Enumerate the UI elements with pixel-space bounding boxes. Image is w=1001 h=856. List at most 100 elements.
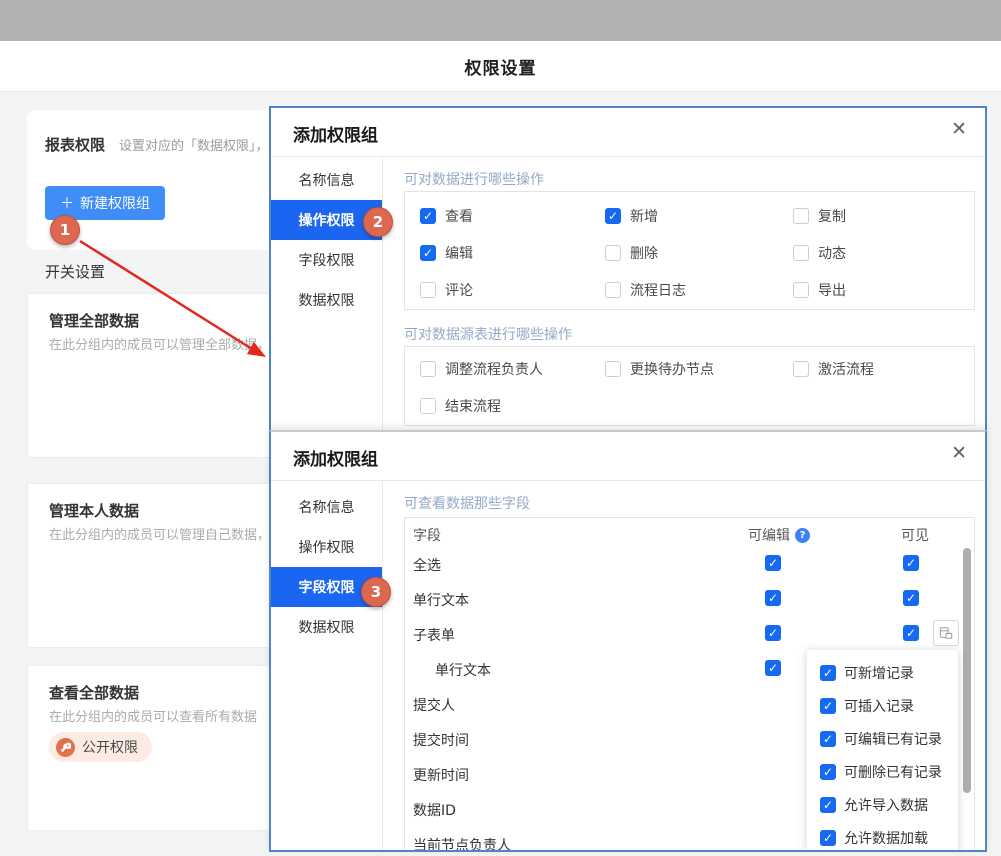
permission-option[interactable]: ✓ 查看 — [420, 198, 605, 234]
permission-option-label: 结束流程 — [445, 396, 501, 416]
checkbox-unchecked[interactable] — [793, 361, 809, 377]
checkbox-checked[interactable]: ✓ — [820, 764, 836, 780]
report-permission-title: 报表权限 — [45, 136, 105, 154]
popup-option-label: 允许数据加载 — [844, 828, 928, 848]
permission-option-label: 编辑 — [445, 243, 473, 263]
permission-option[interactable]: 删除 — [605, 235, 793, 271]
add-permission-group-modal-field: 添加权限组 ✕ 名称信息操作权限字段权限数据权限 可查看数据那些字段 字段 可编… — [269, 430, 987, 852]
column-header-editable: 可编辑 ? — [748, 525, 810, 545]
permission-option-label: 更换待办节点 — [630, 359, 714, 379]
checkbox-checked[interactable]: ✓ — [605, 208, 621, 224]
step-badge-3: 3 — [361, 577, 391, 607]
permission-option[interactable]: 复制 — [793, 198, 974, 234]
column-header-visible: 可见 — [901, 525, 929, 545]
permission-option[interactable]: 更换待办节点 — [605, 351, 793, 387]
tab-label: 名称信息 — [299, 497, 355, 517]
public-permission-tag[interactable]: 公开权限 — [49, 732, 152, 762]
tab-label: 名称信息 — [299, 170, 355, 190]
help-icon[interactable]: ? — [795, 528, 810, 543]
tab-name-info[interactable]: 名称信息 — [271, 160, 382, 200]
close-icon[interactable]: ✕ — [951, 120, 967, 139]
checkbox-checked[interactable]: ✓ — [765, 590, 781, 606]
permission-option[interactable]: 流程日志 — [605, 272, 793, 308]
tab-data-permission[interactable]: 数据权限 — [271, 607, 382, 647]
field-name: 提交人 — [413, 695, 455, 715]
checkbox-checked[interactable]: ✓ — [765, 625, 781, 641]
modal-title: 添加权限组 — [293, 121, 378, 146]
tab-operation-permission[interactable]: 操作权限 — [271, 527, 382, 567]
scrollbar[interactable] — [963, 548, 971, 793]
checkbox-checked[interactable]: ✓ — [820, 830, 836, 846]
permission-option[interactable]: 评论 — [420, 272, 605, 308]
field-table-row: 全选✓✓ — [405, 546, 974, 581]
modal-title: 添加权限组 — [293, 445, 378, 470]
checkbox-unchecked[interactable] — [605, 282, 621, 298]
popup-option[interactable]: ✓可删除已有记录 — [807, 755, 958, 788]
tab-name-info[interactable]: 名称信息 — [271, 487, 382, 527]
permission-option-label: 流程日志 — [630, 280, 686, 300]
popup-option-label: 允许导入数据 — [844, 795, 928, 815]
popup-option[interactable]: ✓可编辑已有记录 — [807, 722, 958, 755]
checkbox-checked[interactable]: ✓ — [765, 555, 781, 571]
tab-label: 数据权限 — [299, 617, 355, 637]
subform-grid-icon[interactable] — [933, 620, 959, 646]
popup-option[interactable]: ✓ 可插入记录 — [807, 689, 958, 722]
permission-option-label: 激活流程 — [818, 359, 874, 379]
field-name: 单行文本 — [435, 660, 491, 680]
step-badge-2: 2 — [363, 207, 393, 237]
permission-option[interactable]: 导出 — [793, 272, 974, 308]
field-name: 提交时间 — [413, 730, 469, 750]
permission-option-label: 复制 — [818, 206, 846, 226]
permission-option[interactable]: 激活流程 — [793, 351, 974, 387]
tab-field-permission[interactable]: 字段权限 — [271, 240, 382, 280]
checkbox-checked[interactable]: ✓ — [903, 555, 919, 571]
checkbox-unchecked[interactable] — [605, 245, 621, 261]
tab-label: 操作权限 — [299, 210, 355, 230]
permission-option[interactable]: 结束流程 — [420, 388, 605, 424]
field-table-row: 单行文本 ✓ ✓ — [405, 581, 974, 616]
checkbox-checked[interactable]: ✓ — [903, 590, 919, 606]
tab-data-permission[interactable]: 数据权限 — [271, 280, 382, 320]
popup-option[interactable]: ✓ 允许数据加载 — [807, 821, 958, 852]
checkbox-checked[interactable]: ✓ — [420, 245, 436, 261]
checkbox-unchecked[interactable] — [420, 361, 436, 377]
checkbox-checked[interactable]: ✓ — [820, 797, 836, 813]
popup-option[interactable]: ✓ 允许导入数据 — [807, 788, 958, 821]
plus-icon: ＋ — [60, 193, 74, 213]
permission-option-label: 删除 — [630, 243, 658, 263]
permission-option[interactable]: ✓新增 — [605, 198, 793, 234]
page-title: 权限设置 — [465, 54, 537, 79]
modal-header: 添加权限组 ✕ — [271, 432, 985, 481]
permission-option[interactable]: 动态 — [793, 235, 974, 271]
screen: 权限设置 报表权限设置对应的「数据权限」，可 ＋ 新建权限组 开关设置 管理全部… — [0, 0, 1001, 856]
checkbox-checked[interactable]: ✓ — [765, 660, 781, 676]
field-name: 单行文本 — [413, 590, 469, 610]
checkbox-unchecked[interactable] — [793, 208, 809, 224]
section-label-field-view: 可查看数据那些字段 — [404, 493, 530, 513]
popup-option-label: 可新增记录 — [844, 663, 914, 683]
checkbox-checked[interactable]: ✓ — [420, 208, 436, 224]
field-name: 更新时间 — [413, 765, 469, 785]
checkbox-unchecked[interactable] — [420, 282, 436, 298]
checkbox-checked[interactable]: ✓ — [820, 731, 836, 747]
permission-option-label: 查看 — [445, 206, 473, 226]
card-title: 查看全部数据 — [49, 682, 139, 703]
permission-option[interactable]: 调整流程负责人 — [420, 351, 605, 387]
close-icon[interactable]: ✕ — [951, 444, 967, 463]
checkbox-unchecked[interactable] — [793, 245, 809, 261]
permission-option-label: 评论 — [445, 280, 473, 300]
checkbox-checked[interactable]: ✓ — [820, 665, 836, 681]
modal-header: 添加权限组 ✕ — [271, 108, 985, 157]
tab-label: 数据权限 — [299, 290, 355, 310]
checkbox-unchecked[interactable] — [793, 282, 809, 298]
key-icon — [56, 738, 75, 757]
checkbox-checked[interactable]: ✓ — [820, 698, 836, 714]
permission-option[interactable]: ✓ 编辑 — [420, 235, 605, 271]
card-title: 管理本人数据 — [49, 500, 139, 521]
popup-option[interactable]: ✓ 可新增记录 — [807, 656, 958, 689]
checkbox-checked[interactable]: ✓ — [903, 625, 919, 641]
popup-option-label: 可插入记录 — [844, 696, 914, 716]
checkbox-unchecked[interactable] — [420, 398, 436, 414]
tab-label: 操作权限 — [299, 537, 355, 557]
checkbox-unchecked[interactable] — [605, 361, 621, 377]
